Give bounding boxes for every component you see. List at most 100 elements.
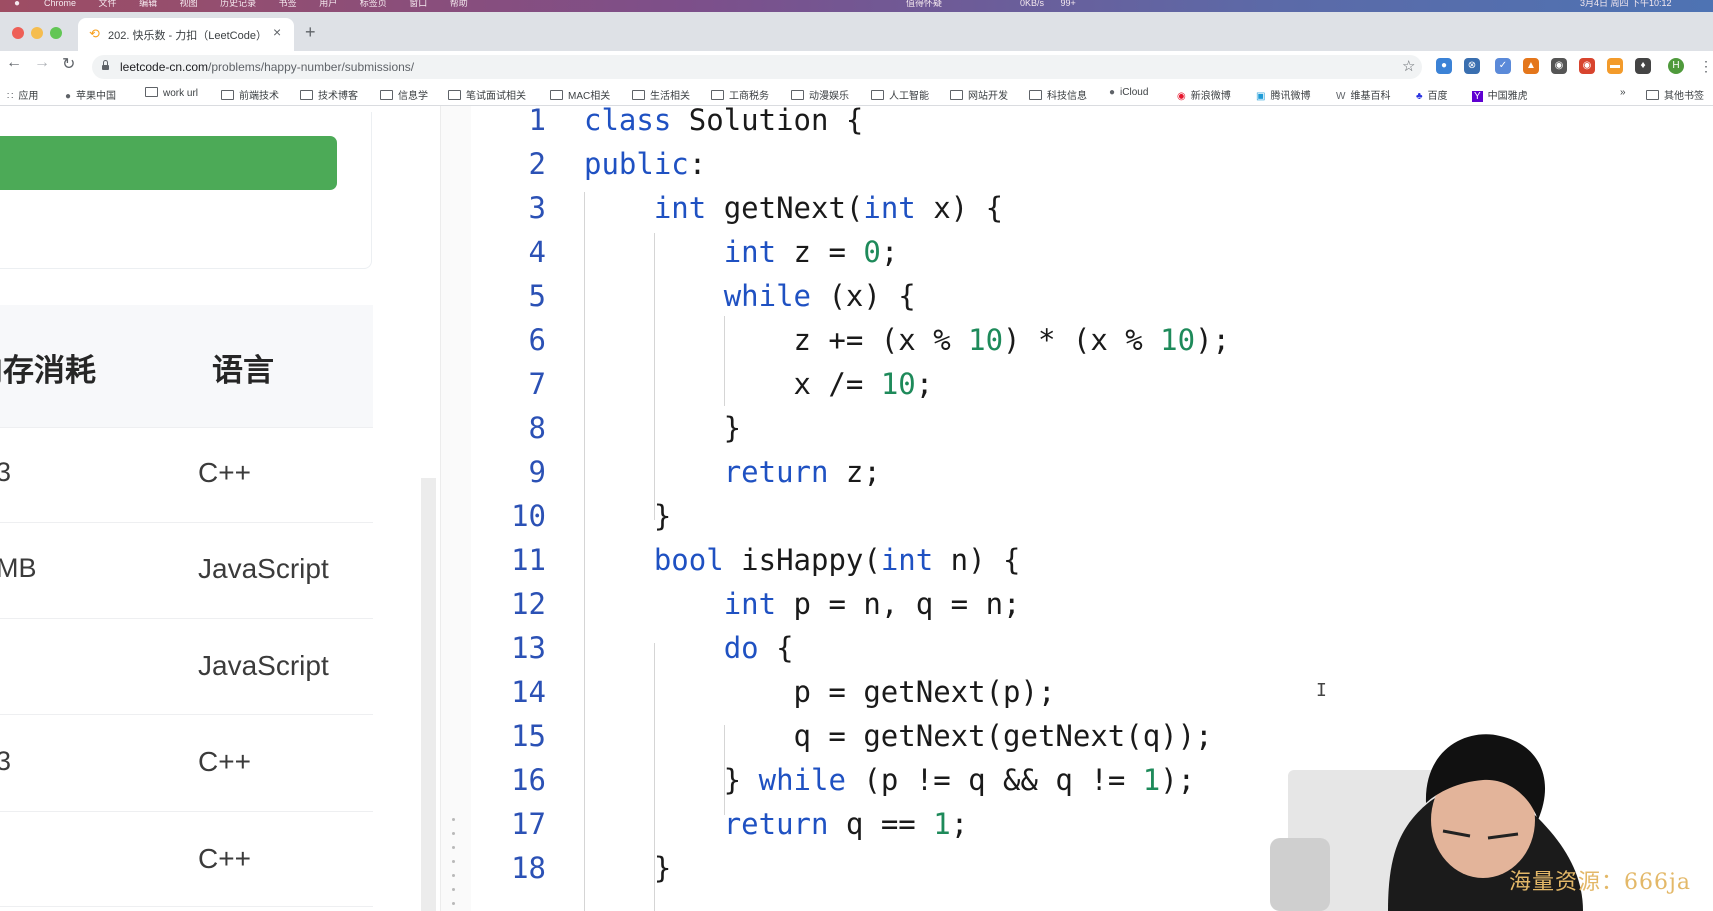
menu-item[interactable]: 用户	[319, 0, 337, 8]
menubar-clock: 3月4日 周四 下午10:12	[1580, 0, 1672, 8]
folder-icon	[950, 90, 963, 100]
close-window-icon[interactable]	[12, 27, 24, 39]
left-panel-scrollbar[interactable]	[421, 478, 436, 911]
watermark-text: 海量资源：666ja	[1509, 870, 1691, 895]
line-number: 17	[511, 807, 546, 841]
reload-icon[interactable]: ↻	[62, 54, 75, 74]
back-arrow-icon[interactable]: ←	[6, 54, 22, 72]
row-divider	[0, 906, 373, 907]
url-host: leetcode-cn.com	[120, 60, 209, 74]
menubar-status: 0KB/s 99+	[1020, 0, 1090, 9]
code-text[interactable]: int p = n, q = n;	[584, 582, 1021, 626]
menu-item[interactable]: 书签	[279, 0, 297, 8]
line-number: 8	[528, 411, 546, 445]
menu-item[interactable]: 视图	[180, 0, 198, 8]
code-text[interactable]: bool isHappy(int n) {	[584, 538, 1021, 582]
folder-icon	[871, 90, 884, 100]
profile-avatar[interactable]: H	[1668, 58, 1684, 74]
minimize-window-icon[interactable]	[31, 27, 43, 39]
menu-app-name[interactable]: Chrome	[44, 0, 76, 8]
line-number: 6	[528, 323, 546, 357]
menu-item[interactable]: 窗口	[409, 0, 427, 8]
url-path: /problems/happy-number/submissions/	[208, 60, 415, 74]
menu-item[interactable]: 历史记录	[220, 0, 256, 8]
apps-grid-icon: ∷	[7, 91, 14, 102]
bookmark-folder[interactable]: 信息学	[380, 87, 428, 102]
notification-count: 99+	[1060, 0, 1076, 8]
wikipedia-icon: W	[1336, 91, 1346, 102]
code-text[interactable]: }	[584, 406, 741, 450]
bookmark-item[interactable]: Y 中国雅虎	[1472, 87, 1528, 102]
line-number: 1	[528, 103, 546, 137]
code-text[interactable]: do {	[584, 626, 794, 670]
row-divider	[0, 811, 373, 812]
code-text[interactable]: while (x) {	[584, 274, 916, 318]
bookmark-item[interactable]: ● iCloud	[1109, 87, 1148, 98]
extension-icon[interactable]: ●	[1436, 58, 1452, 74]
bookmark-apps[interactable]: ∷ 应用	[7, 87, 38, 102]
metamask-icon[interactable]: ▲	[1523, 58, 1539, 74]
bookmark-folder[interactable]: work url	[145, 87, 198, 99]
panel-resize-handle[interactable]	[440, 106, 472, 911]
bookmark-folder[interactable]: 技术博客	[300, 87, 358, 102]
code-text[interactable]: int z = 0;	[584, 230, 899, 274]
menu-item[interactable]: 文件	[99, 0, 117, 8]
address-bar[interactable]: leetcode-cn.com/problems/happy-number/su…	[92, 55, 1422, 79]
extension-icon[interactable]: ◉	[1579, 58, 1595, 74]
resize-grip-dot	[452, 902, 455, 905]
extension-icon[interactable]: ◉	[1551, 58, 1567, 74]
bookmark-star-icon[interactable]: ☆	[1402, 57, 1415, 75]
code-text[interactable]: p = getNext(p);	[584, 670, 1056, 714]
bookmark-item[interactable]: ◉ 新浪微博	[1177, 87, 1231, 102]
line-number: 5	[528, 279, 546, 313]
extension-off-icon[interactable]: ⊗	[1464, 58, 1480, 74]
line-number: 16	[511, 763, 546, 797]
bookmark-item[interactable]: ● 苹果中国	[65, 87, 116, 102]
code-text[interactable]: return q == 1;	[584, 802, 968, 846]
code-text[interactable]: public:	[584, 142, 706, 186]
url-text[interactable]: leetcode-cn.com/problems/happy-number/su…	[120, 60, 414, 74]
line-number: 15	[511, 719, 546, 753]
browser-tab[interactable]: ⟲ 202. 快乐数 - 力扣（LeetCode） ×	[78, 18, 294, 51]
tab-close-icon[interactable]: ×	[273, 24, 281, 40]
new-tab-icon[interactable]: +	[305, 22, 316, 43]
code-text[interactable]: } while (p != q && q != 1);	[584, 758, 1195, 802]
bookmark-item[interactable]: W 维基百科	[1336, 87, 1390, 102]
code-text[interactable]: z += (x % 10) * (x % 10);	[584, 318, 1231, 362]
submit-result-button[interactable]	[0, 136, 337, 190]
code-text[interactable]: int getNext(int x) {	[584, 186, 1003, 230]
menu-item[interactable]: 帮助	[450, 0, 468, 8]
folder-icon	[550, 90, 563, 100]
code-text[interactable]: }	[584, 494, 671, 538]
bookmarks-overflow-icon[interactable]: »	[1620, 87, 1626, 98]
resize-grip-dot	[452, 860, 455, 863]
code-text[interactable]: class Solution {	[584, 98, 863, 142]
bookmark-item[interactable]: ♣ 百度	[1416, 87, 1448, 102]
table-cell-language: C++	[198, 457, 251, 488]
code-text[interactable]: x /= 10;	[584, 362, 934, 406]
line-number: 11	[511, 543, 546, 577]
apple-icon[interactable]: ●	[14, 0, 20, 10]
bookmark-folder[interactable]: 网站开发	[950, 87, 1008, 102]
code-text[interactable]: }	[584, 846, 671, 890]
forward-arrow-icon[interactable]: →	[34, 54, 50, 72]
menubar-center-text: 值得怀疑	[906, 0, 943, 8]
baidu-icon: ♣	[1416, 91, 1423, 102]
line-number: 18	[511, 851, 546, 885]
menubar-items: Chrome 文件 编辑 视图 历史记录 书签 用户 标签页 窗口 帮助	[44, 0, 488, 9]
code-text[interactable]: return z;	[584, 450, 881, 494]
bookmark-folder[interactable]: 人工智能	[871, 87, 929, 102]
zoom-window-icon[interactable]	[50, 27, 62, 39]
bookmark-item[interactable]: ▣ 腾讯微博	[1256, 87, 1310, 102]
bookmark-folder[interactable]: 前端技术	[221, 87, 279, 102]
extension-icon[interactable]: ▬	[1607, 58, 1623, 74]
other-bookmarks[interactable]: 其他书签	[1646, 87, 1713, 102]
menu-item[interactable]: 编辑	[139, 0, 157, 8]
extension-icon[interactable]: ✓	[1495, 58, 1511, 74]
bookmark-folder[interactable]: 科技信息	[1029, 87, 1087, 102]
more-menu-icon[interactable]: ⋮	[1698, 58, 1713, 74]
menu-item[interactable]: 标签页	[360, 0, 387, 8]
puzzle-extensions-icon[interactable]: ♦	[1635, 58, 1651, 74]
resize-grip-dot	[452, 832, 455, 835]
code-text[interactable]: q = getNext(getNext(q));	[584, 714, 1213, 758]
